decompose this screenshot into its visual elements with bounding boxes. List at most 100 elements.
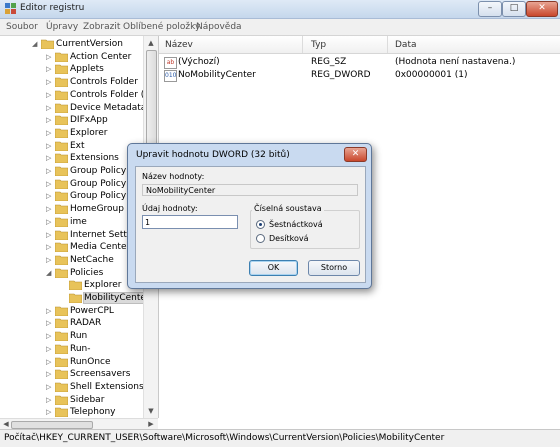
expand-arrow-icon[interactable]: ▷	[46, 116, 54, 124]
expand-arrow-icon[interactable]: ▷	[46, 91, 54, 99]
expand-arrow-icon[interactable]: ▷	[46, 205, 54, 213]
expand-arrow-icon[interactable]: ▷	[46, 319, 54, 327]
dialog-title: Upravit hodnotu DWORD (32 bitů)	[136, 150, 290, 160]
tree-item[interactable]: ▷ RunOnce	[0, 356, 158, 369]
ok-button[interactable]: OK	[249, 260, 298, 276]
tree-item[interactable]: ▷ Sidebar	[0, 394, 158, 407]
folder-icon	[55, 65, 68, 75]
folder-icon	[55, 407, 68, 418]
folder-icon	[55, 230, 68, 240]
expand-arrow-icon[interactable]: ▷	[46, 104, 54, 112]
base-group-label: Číselná soustava	[252, 204, 324, 213]
tree-item[interactable]: ▷ Device Metadata	[0, 102, 158, 115]
horizontal-scroll-thumb[interactable]	[11, 421, 93, 429]
expand-arrow-icon[interactable]: ▷	[46, 370, 54, 378]
tree-item-label: RunOnce	[70, 356, 111, 367]
value-type: REG_DWORD	[311, 70, 371, 80]
expand-arrow-icon[interactable]: ▷	[46, 78, 54, 86]
tree-item[interactable]: ▷ Screensavers	[0, 368, 158, 381]
decimal-radio[interactable]	[256, 234, 265, 243]
tree-item[interactable]: ▷ Controls Folder (Wo	[0, 89, 158, 102]
tree-item-label: NetCache	[70, 254, 114, 265]
menu-edit[interactable]: Úpravy	[46, 22, 78, 32]
cancel-button[interactable]: Storno	[308, 260, 360, 276]
hexadecimal-radio[interactable]	[256, 220, 265, 229]
scroll-right-icon[interactable]: ▶	[146, 419, 156, 429]
menu-view[interactable]: Zobrazit	[83, 22, 120, 32]
tree-item[interactable]: ◢ CurrentVersion	[0, 38, 158, 51]
tree-item[interactable]: ▷ DIFxApp	[0, 114, 158, 127]
expand-arrow-icon[interactable]: ▷	[46, 180, 54, 188]
expand-arrow-icon[interactable]: ▷	[46, 383, 54, 391]
tree-item-label: Telephony	[70, 407, 116, 418]
expand-arrow-icon[interactable]: ▷	[46, 345, 54, 353]
expand-arrow-icon[interactable]: ▷	[46, 358, 54, 366]
expand-arrow-icon[interactable]: ▷	[46, 231, 54, 239]
folder-icon	[69, 280, 82, 291]
decimal-label[interactable]: Desítková	[269, 234, 309, 243]
folder-icon	[55, 306, 68, 316]
expand-arrow-icon[interactable]: ▷	[46, 396, 54, 404]
expand-arrow-icon[interactable]: ▷	[46, 53, 54, 61]
folder-icon	[55, 319, 68, 329]
scroll-up-icon[interactable]: ▲	[146, 38, 156, 48]
menu-favorites[interactable]: Oblíbené položky	[123, 22, 200, 32]
folder-icon	[55, 128, 68, 138]
column-data[interactable]: Data	[395, 40, 417, 50]
tree-item[interactable]: ▷ Run	[0, 330, 158, 343]
expand-arrow-icon[interactable]: ▷	[46, 256, 54, 264]
string-value-icon: ab	[164, 57, 177, 69]
expand-arrow-icon[interactable]: ▷	[46, 154, 54, 162]
hexadecimal-label[interactable]: Šestnáctková	[269, 220, 323, 229]
expand-arrow-icon[interactable]: ▷	[46, 218, 54, 226]
tree-item-label: Device Metadata	[70, 102, 147, 113]
maximize-button[interactable]: □	[502, 1, 526, 17]
expand-arrow-icon[interactable]: ▷	[46, 332, 54, 340]
tree-item[interactable]: ▷ RADAR	[0, 317, 158, 330]
tree-item-label: Run-	[70, 343, 91, 354]
folder-icon	[55, 90, 68, 100]
status-bar: Počítač\HKEY_CURRENT_USER\Software\Micro…	[0, 429, 560, 447]
folder-icon	[55, 153, 68, 164]
folder-icon	[55, 217, 68, 227]
tree-item[interactable]: MobilityCenter	[0, 292, 158, 305]
column-name[interactable]: Název	[165, 40, 193, 50]
scroll-left-icon[interactable]: ◀	[1, 419, 11, 429]
dialog-close-button[interactable]: ✕	[344, 147, 367, 162]
expand-arrow-icon[interactable]: ▷	[46, 65, 54, 73]
tree-item[interactable]: ▷ Controls Folder	[0, 76, 158, 89]
folder-icon	[55, 255, 68, 265]
folder-icon	[55, 77, 68, 88]
expand-arrow-icon[interactable]: ▷	[46, 192, 54, 200]
expand-arrow-icon[interactable]: ▷	[46, 408, 54, 416]
folder-icon	[55, 179, 68, 189]
value-data-input[interactable]: 1	[142, 215, 238, 229]
collapse-arrow-icon[interactable]: ◢	[46, 269, 54, 277]
expand-arrow-icon[interactable]: ▷	[46, 142, 54, 150]
tree-item[interactable]: ▷ Run-	[0, 343, 158, 356]
expand-arrow-icon[interactable]: ▷	[46, 167, 54, 175]
column-type[interactable]: Typ	[311, 40, 326, 50]
tree-item[interactable]: ▷ Shell Extensions	[0, 381, 158, 394]
folder-icon	[55, 242, 68, 253]
value-name: NoMobilityCenter	[178, 70, 256, 80]
tree-item[interactable]: ▷ Action Center	[0, 51, 158, 64]
tree-item[interactable]: ▷ Applets	[0, 63, 158, 76]
menu-help[interactable]: Nápověda	[196, 22, 242, 32]
minimize-button[interactable]: –	[478, 1, 502, 17]
folder-icon	[55, 395, 68, 405]
folder-icon	[55, 382, 68, 392]
expand-arrow-icon[interactable]: ▷	[46, 307, 54, 315]
list-row[interactable]: ab (Výchozí) REG_SZ (Hodnota není nastav…	[159, 56, 560, 69]
list-row[interactable]: 010 NoMobilityCenter REG_DWORD 0x0000000…	[159, 69, 560, 82]
menu-file[interactable]: Soubor	[6, 22, 38, 32]
collapse-arrow-icon[interactable]: ◢	[32, 40, 40, 48]
close-button[interactable]: ✕	[526, 1, 558, 17]
expand-arrow-icon[interactable]: ▷	[46, 129, 54, 137]
expand-arrow-icon[interactable]: ▷	[46, 243, 54, 251]
tree-item[interactable]: ▷ Telephony	[0, 406, 158, 418]
tree-item-label: Screensavers	[70, 369, 131, 380]
tree-item[interactable]: ▷ Explorer	[0, 127, 158, 140]
tree-item[interactable]: ▷ PowerCPL	[0, 305, 158, 318]
scroll-down-icon[interactable]: ▼	[146, 406, 156, 416]
